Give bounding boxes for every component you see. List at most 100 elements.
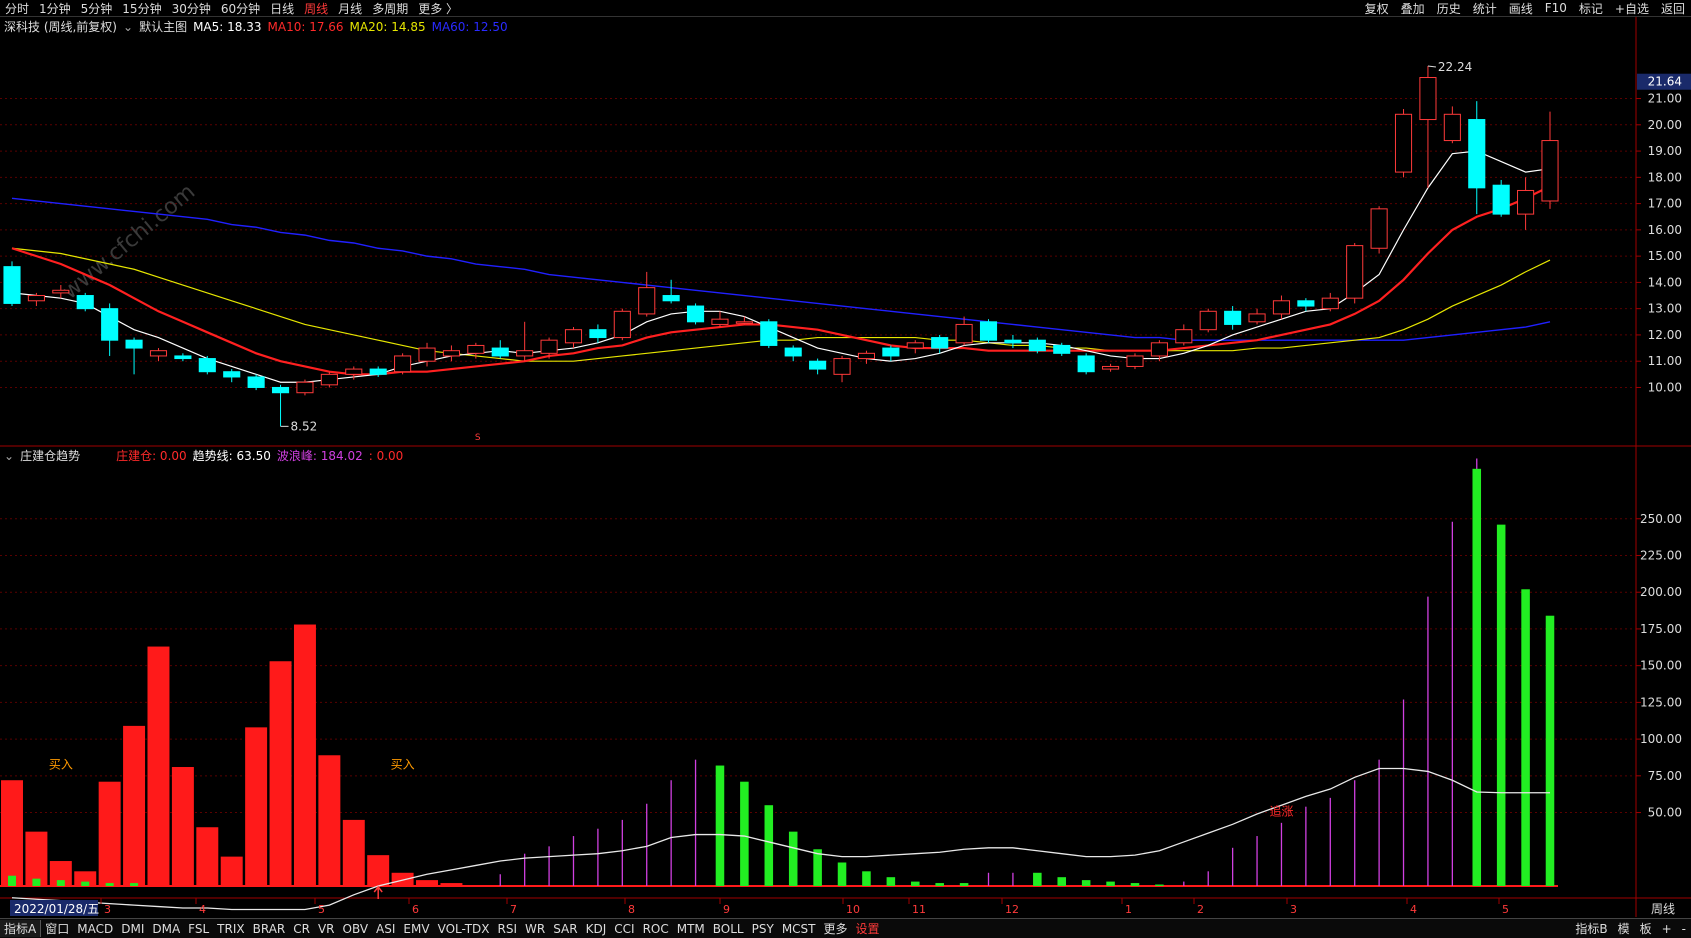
indicator-tab-17[interactable]: KDJ [582, 922, 611, 936]
month-label: 11 [912, 903, 926, 916]
jc-bar [1, 780, 23, 886]
sub-tick-label: 250.00 [1640, 512, 1682, 526]
indicator-tab-14[interactable]: RSI [494, 922, 522, 936]
low-label: 8.52 [291, 419, 318, 433]
bottom-tool-4[interactable]: - [1677, 922, 1691, 936]
candle-body [638, 287, 656, 315]
candle-body [174, 355, 192, 360]
candle-body [345, 368, 363, 375]
price-tick-label: 12.00 [1648, 328, 1682, 342]
month-label: 10 [846, 903, 860, 916]
indicator-tab-4[interactable]: DMA [148, 922, 184, 936]
trend-bar [1081, 880, 1091, 886]
indicator-tab-21[interactable]: BOLL [709, 922, 748, 936]
trend-bar [813, 849, 822, 886]
indicator-tab-5[interactable]: FSL [184, 922, 213, 936]
indicator-tab-1[interactable]: 窗口 [41, 920, 73, 937]
candle-body [784, 347, 802, 357]
indicator-tab-25[interactable]: 设置 [852, 920, 884, 937]
jc-bar [147, 646, 170, 886]
indicator-tab-20[interactable]: MTM [673, 922, 709, 936]
indicator-tab-7[interactable]: BRAR [249, 922, 290, 936]
indicator-tabbar: 指标A 窗口 MACD DMI DMA FSL TRIX BRAR CR VR OBV ASI EMV V… [0, 918, 1691, 938]
candle-body [1370, 208, 1388, 249]
indicator-tab-23[interactable]: MCST [778, 922, 820, 936]
candle-body [809, 360, 827, 370]
price-tick-label: 17.00 [1648, 197, 1682, 211]
price-tick-label: 14.00 [1648, 275, 1682, 289]
candle-body [931, 337, 949, 349]
trend-bar [1033, 872, 1042, 886]
indicator-tab-9[interactable]: VR [314, 922, 339, 936]
bottom-tool-3[interactable]: + [1657, 922, 1677, 936]
indicator-tab-10[interactable]: OBV [339, 922, 373, 936]
month-label: 7 [510, 903, 517, 916]
trend-bar [1155, 884, 1164, 886]
jc-bar [98, 781, 121, 886]
jc-bar [318, 755, 341, 886]
sub-tick-label: 225.00 [1640, 548, 1682, 562]
candle-body [979, 321, 998, 341]
indicator-tab-22[interactable]: PSY [748, 922, 778, 936]
kline-chart[interactable]: 21.00 20.00 19.00 18.00 17.00 16.00 15.00 14.00… [0, 0, 1691, 937]
candle-body [442, 350, 460, 357]
candle-body [296, 381, 314, 394]
indicator-tab-13[interactable]: VOL-TDX [434, 922, 494, 936]
candle-body [662, 295, 680, 302]
trend-bar [788, 831, 798, 886]
candle-body [882, 347, 900, 357]
sub-tick-label: 100.00 [1640, 732, 1682, 746]
indicator-tab-0[interactable]: 指标A [0, 920, 42, 937]
indicator-tab-3[interactable]: DMI [117, 922, 148, 936]
trend-line [11, 767, 1550, 911]
bottom-tool-1[interactable]: 模 [1613, 920, 1635, 937]
month-label: 2 [1197, 903, 1204, 916]
candle-body [1248, 313, 1266, 323]
small-green-bar [56, 880, 65, 886]
candle-body [1272, 300, 1291, 315]
candle-body [467, 344, 485, 354]
candle-body [125, 339, 143, 349]
jc-bar [367, 855, 390, 886]
indicator-tab-8[interactable]: CR [289, 922, 314, 936]
indicator-tab-11[interactable]: ASI [372, 922, 399, 936]
chase-label: 追涨 [1269, 803, 1293, 818]
candle-body [735, 321, 753, 324]
small-green-bar [105, 883, 114, 886]
small-green-bar [8, 875, 16, 886]
trend-bar [740, 781, 749, 886]
sub-tick-label: 125.00 [1640, 695, 1682, 709]
price-tick-label: 16.00 [1648, 223, 1682, 237]
trend-bar [1130, 883, 1140, 886]
candle-body [516, 350, 534, 357]
indicator-tab-19[interactable]: ROC [639, 922, 673, 936]
candle-body [76, 295, 94, 310]
bottom-tool-0[interactable]: 指标B [1570, 920, 1612, 937]
month-label: 3 [1290, 903, 1297, 916]
indicator-tab-2[interactable]: MACD [73, 922, 117, 936]
bottom-tool-2[interactable]: 板 [1635, 920, 1657, 937]
price-tick-label: 18.00 [1648, 170, 1682, 184]
trend-bar [1496, 524, 1506, 886]
price-tick-label: 20.00 [1648, 118, 1682, 132]
indicator-tab-6[interactable]: TRIX [213, 922, 248, 936]
candle-body [833, 358, 851, 375]
jc-bar [171, 767, 194, 886]
indicator-tab-15[interactable]: WR [521, 922, 549, 936]
candle-body [223, 371, 241, 378]
jc-bar [440, 883, 463, 886]
indicator-tab-24[interactable]: 更多 [820, 920, 852, 937]
indicator-tab-12[interactable]: EMV [399, 922, 433, 936]
trend-bar [1057, 877, 1067, 886]
candle-body [1199, 310, 1217, 331]
indicator-tab-18[interactable]: CCI [610, 922, 638, 936]
sub-tick-label: 150.00 [1640, 659, 1682, 673]
sub-tick-label: 200.00 [1640, 585, 1682, 599]
candle-body [1492, 184, 1510, 215]
month-label: 12 [1005, 903, 1019, 916]
jc-bar [196, 827, 219, 886]
candle-body [1419, 77, 1437, 121]
small-green-bar [130, 883, 139, 886]
indicator-tab-16[interactable]: SAR [549, 922, 581, 936]
trend-bar [959, 883, 969, 886]
